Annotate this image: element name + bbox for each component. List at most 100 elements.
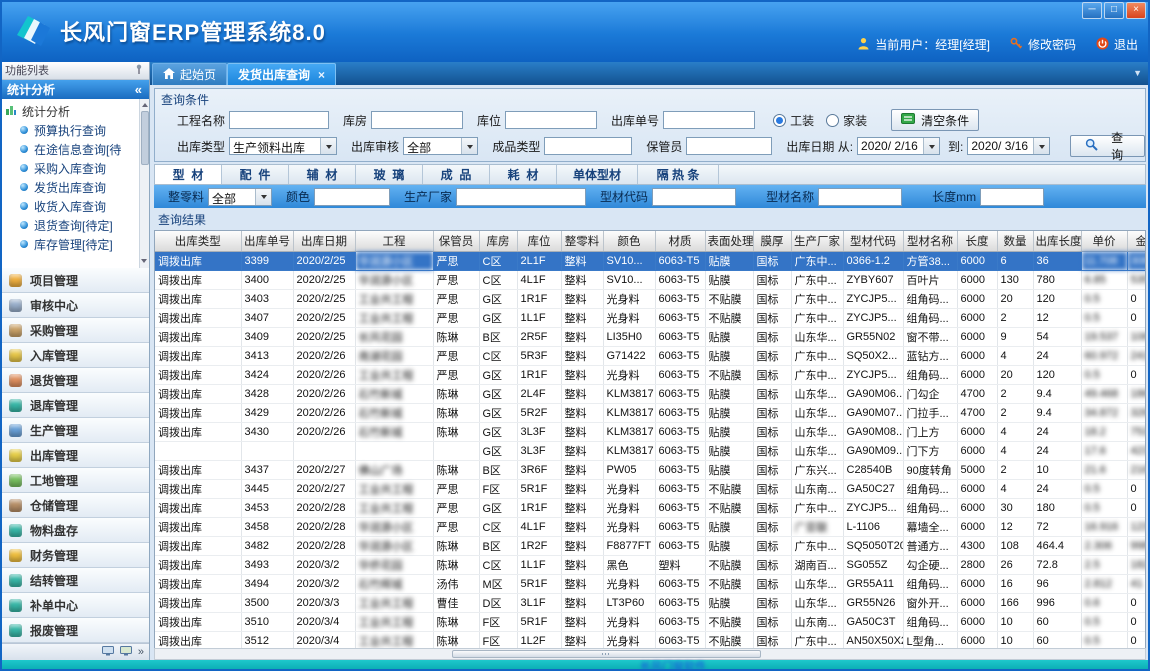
cell[interactable]: 南湖花园 — [355, 347, 433, 366]
computer-icon[interactable] — [102, 646, 114, 659]
cell[interactable]: 6000 — [957, 632, 997, 649]
cell[interactable]: 不贴膜 — [705, 632, 753, 649]
cell[interactable]: 2 — [997, 404, 1033, 423]
cell[interactable]: 2800 — [957, 556, 997, 575]
cell[interactable]: 广东中... — [791, 632, 843, 649]
cell[interactable]: 门拉手... — [903, 404, 957, 423]
cell[interactable]: 调拨出库 — [155, 271, 241, 290]
cell[interactable]: 2.306 — [1081, 537, 1127, 556]
cell[interactable]: 调拨出库 — [155, 328, 241, 347]
cell[interactable]: 6000 — [957, 271, 997, 290]
cell[interactable]: 6063-T5 — [655, 252, 705, 271]
cell[interactable]: 严思 — [433, 271, 479, 290]
cell[interactable]: 整料 — [561, 461, 603, 480]
whole-part-select[interactable]: 全部 — [208, 188, 272, 206]
cell[interactable]: 9.4 — [1033, 404, 1081, 423]
cell[interactable]: 241 — [1127, 347, 1146, 366]
cell[interactable]: GA50C27 — [843, 480, 903, 499]
cell[interactable]: 4 — [997, 347, 1033, 366]
cell[interactable]: 组角码... — [903, 366, 957, 385]
cell[interactable]: 6000 — [957, 575, 997, 594]
tree-item[interactable]: 库存管理[待定] — [5, 235, 139, 254]
cell[interactable]: SQ50X2... — [843, 347, 903, 366]
cell[interactable]: SV10... — [603, 252, 655, 271]
column-header[interactable]: 生产厂家 — [791, 231, 843, 252]
cell[interactable]: 光身料 — [603, 480, 655, 499]
cell[interactable]: 窗外开... — [903, 594, 957, 613]
cell[interactable]: 贴膜 — [705, 594, 753, 613]
cell[interactable]: 2020/3/2 — [293, 556, 355, 575]
cell[interactable]: 2.812 — [1081, 575, 1127, 594]
table-row[interactable]: 调拨出库34032020/2/25工业共工程严思G区1R1F整料光身料6063-… — [155, 290, 1146, 309]
cell[interactable]: 国标 — [753, 290, 791, 309]
cell[interactable]: 整料 — [561, 442, 603, 461]
cell[interactable]: 3R6F — [517, 461, 561, 480]
cell[interactable]: ZYBY607 — [843, 271, 903, 290]
cell[interactable]: 国标 — [753, 347, 791, 366]
cell[interactable]: 调拨出库 — [155, 518, 241, 537]
cell[interactable]: F8877FT — [603, 537, 655, 556]
cell[interactable]: 2L1F — [517, 252, 561, 271]
tree-item[interactable]: 预算执行查询 — [5, 121, 139, 140]
cell[interactable]: 2020/3/2 — [293, 575, 355, 594]
cell[interactable]: 0.5 — [1081, 480, 1127, 499]
location-input[interactable] — [505, 111, 597, 129]
cell[interactable]: 4 — [997, 442, 1033, 461]
cell[interactable]: 11.708 — [1081, 252, 1127, 271]
date-to-picker[interactable]: 2020/ 3/16 — [967, 137, 1050, 155]
tree-root-statistics[interactable]: 统计分析 — [5, 102, 139, 121]
profile-code-input[interactable] — [652, 188, 736, 206]
cell[interactable]: 山东华... — [791, 404, 843, 423]
cell[interactable]: 调拨出库 — [155, 556, 241, 575]
table-row[interactable]: 调拨出库34942020/3/2石竹辉城汤伟M区5R1F整料光身料6063-T5… — [155, 575, 1146, 594]
cell[interactable]: 0.5 — [1081, 613, 1127, 632]
material-tab-8[interactable]: 隔 热 条 — [638, 165, 719, 184]
cell[interactable]: 6000 — [957, 594, 997, 613]
cell[interactable]: 24 — [1033, 480, 1081, 499]
cell[interactable]: 广亚联 — [791, 518, 843, 537]
cell[interactable]: 贴膜 — [705, 423, 753, 442]
tree-item[interactable]: 发货出库查询 — [5, 178, 139, 197]
cell[interactable]: G区 — [479, 385, 517, 404]
maximize-button[interactable]: □ — [1104, 2, 1124, 19]
cell[interactable]: 2020/2/26 — [293, 347, 355, 366]
cell[interactable]: 调拨出库 — [155, 594, 241, 613]
cell[interactable]: 0 — [1127, 290, 1146, 309]
table-row[interactable]: 调拨出库35002020/3/3工业共工程曹佳D区3L1F整料LT3P60606… — [155, 594, 1146, 613]
cell[interactable]: 308 — [1127, 252, 1146, 271]
cell[interactable]: 10 — [997, 632, 1033, 649]
cell[interactable]: 0.6 — [1081, 594, 1127, 613]
cell[interactable]: 6063-T5 — [655, 461, 705, 480]
cell[interactable]: 整料 — [561, 423, 603, 442]
cell[interactable]: 整料 — [561, 632, 603, 649]
cell[interactable]: 6000 — [957, 309, 997, 328]
table-row[interactable]: 调拨出库34292020/2/26石竹新城陈琳G区5R2F整料KLM381760… — [155, 404, 1146, 423]
change-password-link[interactable]: 修改密码 — [1010, 36, 1076, 53]
cell[interactable]: 3428 — [241, 385, 293, 404]
cell[interactable]: 3L3F — [517, 442, 561, 461]
cell[interactable]: 国标 — [753, 480, 791, 499]
cell[interactable]: 调拨出库 — [155, 537, 241, 556]
cell[interactable]: 26 — [997, 556, 1033, 575]
cell[interactable]: 调拨出库 — [155, 366, 241, 385]
cell[interactable]: GA90M09... — [843, 442, 903, 461]
cell[interactable]: 6063-T5 — [655, 423, 705, 442]
cell[interactable]: 1235 — [1127, 518, 1146, 537]
table-row[interactable]: 调拨出库34372020/2/27佛山广场陈琳B区3R6F整料PW056063-… — [155, 461, 1146, 480]
cell[interactable]: 6063-T5 — [655, 518, 705, 537]
cell[interactable]: 贴膜 — [705, 404, 753, 423]
cell[interactable]: 6063-T5 — [655, 632, 705, 649]
cell[interactable] — [433, 442, 479, 461]
cell[interactable]: AN50X50X2 — [843, 632, 903, 649]
cell[interactable]: 6000 — [957, 328, 997, 347]
cell[interactable]: 2R5F — [517, 328, 561, 347]
cell[interactable]: 陈琳 — [433, 556, 479, 575]
cell[interactable]: 国标 — [753, 499, 791, 518]
cell[interactable]: 1L1F — [517, 556, 561, 575]
cell[interactable]: 16.916 — [1081, 518, 1127, 537]
cell[interactable]: 1R1F — [517, 290, 561, 309]
table-row[interactable]: 调拨出库34072020/2/25工业共工程严思G区1L1F整料光身料6063-… — [155, 309, 1146, 328]
cell[interactable]: 广东中... — [791, 366, 843, 385]
cell[interactable]: 调拨出库 — [155, 480, 241, 499]
cell[interactable]: 20 — [997, 290, 1033, 309]
